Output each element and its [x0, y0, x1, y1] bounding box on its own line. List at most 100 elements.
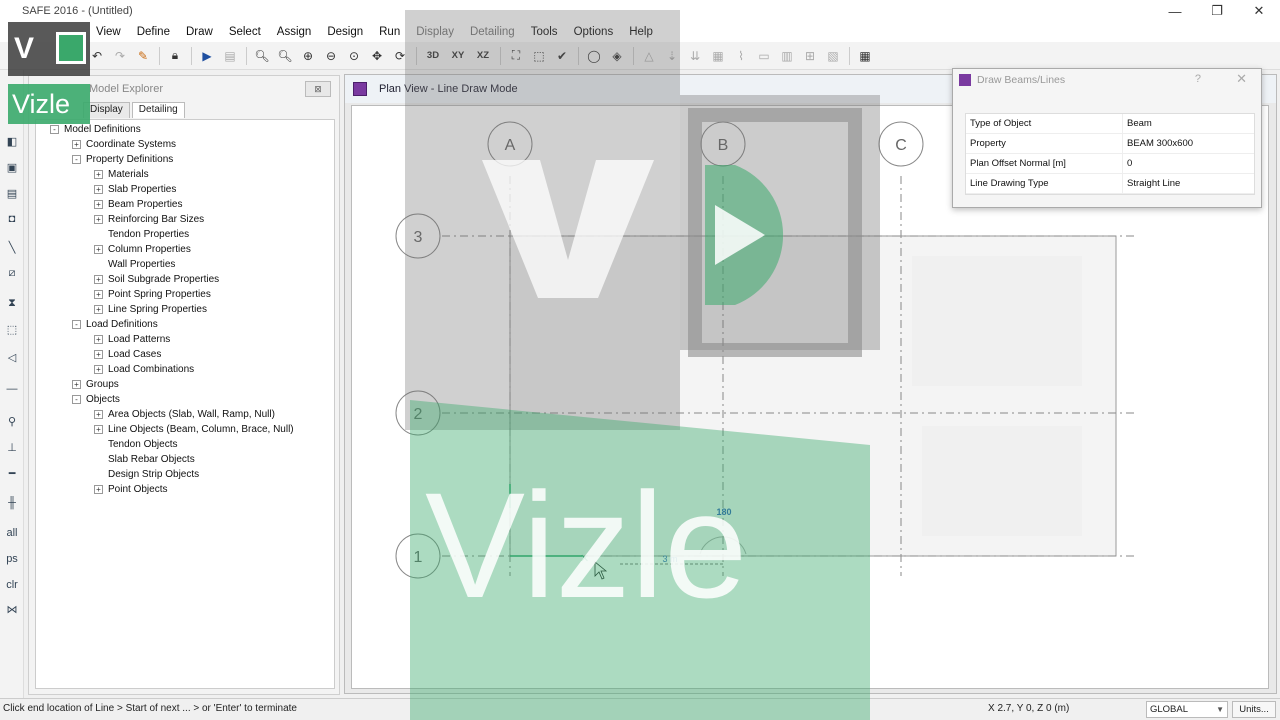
snap-icon[interactable]: ⋈ [2, 600, 22, 618]
tree-item[interactable]: - Load Definitions [72, 319, 158, 330]
tree-item[interactable]: + Column Properties [94, 244, 191, 255]
menu-draw[interactable]: Draw [178, 26, 221, 38]
tree-item[interactable]: + Line Spring Properties [94, 304, 207, 315]
menu-detailing[interactable]: Detailing [462, 26, 523, 38]
expand-icon[interactable]: + [94, 350, 103, 359]
tree-item[interactable]: + Coordinate Systems [72, 139, 176, 150]
tree-item[interactable]: + Soil Subgrade Properties [94, 274, 219, 285]
tree-item[interactable]: + Reinforcing Bar Sizes [94, 214, 204, 225]
dialog-help-button[interactable]: ? [1195, 73, 1201, 85]
tree-item[interactable]: - Model Definitions [50, 124, 141, 135]
property-select[interactable]: BEAM 300x600 [1122, 134, 1254, 153]
tree-item[interactable]: - Property Definitions [72, 154, 173, 165]
expand-icon[interactable]: + [94, 305, 103, 314]
collapse-icon[interactable]: - [50, 125, 59, 134]
tree-item[interactable]: + Load Patterns [94, 334, 170, 345]
redo-icon[interactable]: ↷ [109, 45, 131, 67]
menu-tools[interactable]: Tools [523, 26, 566, 38]
explorer-close-button[interactable]: ⊠ [305, 81, 331, 97]
expand-icon[interactable]: + [94, 485, 103, 494]
lock-icon[interactable]: 🔒︎ [164, 45, 186, 67]
tree-item[interactable]: + Beam Properties [94, 199, 182, 210]
tree-item[interactable]: Slab Rebar Objects [94, 454, 195, 465]
minimize-button[interactable]: — [1154, 0, 1196, 22]
soil-pressure-icon[interactable]: ▥ [776, 45, 798, 67]
menu-assign[interactable]: Assign [269, 26, 320, 38]
tree-item[interactable]: + Line Objects (Beam, Column, Brace, Null… [94, 424, 294, 435]
forces-icon[interactable]: ▦ [707, 45, 729, 67]
tree-item[interactable]: + Area Objects (Slab, Wall, Ramp, Null) [94, 409, 275, 420]
run-options-icon[interactable]: ▤ [219, 45, 241, 67]
menu-view[interactable]: View [88, 26, 129, 38]
units-button[interactable]: Units... [1232, 701, 1276, 718]
menu-help[interactable]: Help [621, 26, 661, 38]
draw-line-icon[interactable]: ━ [2, 464, 22, 482]
tab-detailing[interactable]: Detailing [131, 102, 185, 118]
collapse-icon[interactable]: - [72, 395, 81, 404]
expand-icon[interactable]: + [72, 140, 81, 149]
deformed-shape-icon[interactable]: ⇣ [661, 45, 683, 67]
design-results-icon[interactable]: ⊞ [799, 45, 821, 67]
view-xy-button[interactable]: XY [446, 45, 470, 67]
expand-icon[interactable]: + [94, 275, 103, 284]
draw-beam-icon[interactable]: ╲ [2, 238, 22, 256]
tree-item[interactable]: + Point Spring Properties [94, 289, 211, 300]
tree-item[interactable]: + Point Objects [94, 484, 167, 495]
plan-offset-input[interactable]: 0 [1122, 154, 1254, 173]
load-icon[interactable]: ◈ [606, 45, 628, 67]
tree-item[interactable]: Wall Properties [94, 259, 175, 270]
zoom-window-icon[interactable]: 🔍︎ [251, 45, 273, 67]
pencil-icon[interactable]: ✎ [132, 45, 154, 67]
previous-selection-icon[interactable]: ps [2, 550, 22, 568]
expand-icon[interactable]: + [94, 365, 103, 374]
refresh-icon[interactable]: ⟳ [389, 45, 411, 67]
draw-dimension-icon[interactable]: — [2, 380, 22, 398]
expand-icon[interactable]: + [94, 245, 103, 254]
draw-reference-point-icon[interactable]: ⊥ [2, 438, 22, 456]
expand-icon[interactable]: + [94, 410, 103, 419]
tab-display[interactable]: Display [83, 102, 130, 118]
circle-icon[interactable]: ◯ [583, 45, 605, 67]
zoom-in-icon[interactable]: ⊕ [297, 45, 319, 67]
tree-item[interactable]: - Objects [72, 394, 120, 405]
draw-rectangle-icon[interactable]: ▣ [2, 158, 22, 176]
undo-icon[interactable]: ↶ [86, 45, 108, 67]
warning-icon[interactable]: △ [638, 45, 660, 67]
close-button[interactable]: ✕ [1238, 0, 1280, 22]
reactions-icon[interactable]: ⇊ [684, 45, 706, 67]
draw-grid-icon[interactable]: ╫ [2, 494, 22, 512]
zoom-previous-icon[interactable]: ⊙ [343, 45, 365, 67]
draw-wall-icon[interactable]: ⬚ [2, 320, 22, 338]
view-3d-button[interactable]: 3D [421, 45, 445, 67]
tree-item[interactable]: Tendon Objects [94, 439, 178, 450]
type-of-object-select[interactable]: Beam [1122, 114, 1254, 133]
menu-select[interactable]: Select [221, 26, 269, 38]
menu-design[interactable]: Design [319, 26, 371, 38]
collapse-icon[interactable]: - [72, 320, 81, 329]
collapse-icon[interactable]: - [72, 155, 81, 164]
show-all-icon[interactable]: all [2, 524, 22, 542]
tree-item[interactable]: + Groups [72, 379, 119, 390]
zoom-all-icon[interactable]: 🔍︎ [274, 45, 296, 67]
coordinate-system-select[interactable]: GLOBAL ▼ [1146, 701, 1228, 718]
menu-define[interactable]: Define [129, 26, 178, 38]
tree-item[interactable]: Tendon Properties [94, 229, 189, 240]
restore-button[interactable]: ❐ [1196, 0, 1238, 22]
tree-item[interactable]: + Materials [94, 169, 149, 180]
tree-item[interactable]: + Slab Properties [94, 184, 176, 195]
menu-options[interactable]: Options [566, 26, 622, 38]
punching-shear-icon[interactable]: ▧ [822, 45, 844, 67]
draw-area-icon[interactable]: ▤ [2, 184, 22, 202]
perspective-icon[interactable]: ⛶ [505, 45, 527, 67]
quick-draw-beam-icon[interactable]: ⧄ [2, 264, 22, 282]
expand-icon[interactable]: + [94, 200, 103, 209]
view-xz-button[interactable]: XZ [471, 45, 495, 67]
select-all-icon[interactable]: ⬚ [528, 45, 550, 67]
expand-icon[interactable]: + [72, 380, 81, 389]
dialog-close-button[interactable]: ✕ [1236, 71, 1247, 87]
strip-forces-icon[interactable]: ⌇ [730, 45, 752, 67]
zoom-out-icon[interactable]: ⊖ [320, 45, 342, 67]
slab-forces-icon[interactable]: ▭ [753, 45, 775, 67]
menu-run[interactable]: Run [371, 26, 408, 38]
draw-column-icon[interactable]: ⧗ [2, 294, 22, 312]
